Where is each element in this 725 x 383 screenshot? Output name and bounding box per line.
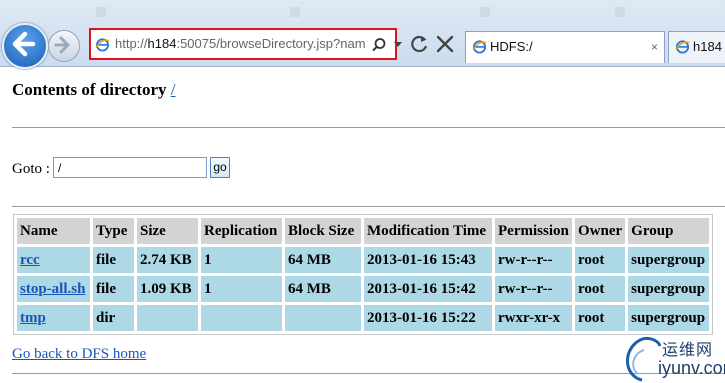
file-link[interactable]: stop-all.sh bbox=[20, 281, 85, 297]
size-cell: 1.09 KB bbox=[137, 276, 198, 302]
watermark-logo: 运维网 iyunv.com bbox=[618, 330, 725, 383]
divider bbox=[12, 206, 725, 207]
column-header: Name bbox=[17, 218, 90, 244]
tab-label: h184 I bbox=[693, 39, 725, 54]
tab-h184[interactable]: h184 I bbox=[668, 31, 725, 63]
size-cell bbox=[137, 305, 198, 331]
owner-cell: root bbox=[575, 276, 626, 302]
column-header: Size bbox=[137, 218, 198, 244]
column-header: Block Size bbox=[285, 218, 361, 244]
browser-chrome: http://h184:50075/browseDirectory.jsp?na… bbox=[0, 0, 725, 69]
type-cell: dir bbox=[93, 305, 134, 331]
permission-cell: rwxr-xr-x bbox=[495, 305, 572, 331]
replication-cell: 1 bbox=[201, 276, 282, 302]
permission-cell: rw-r--r-- bbox=[495, 276, 572, 302]
size-cell: 2.74 KB bbox=[137, 247, 198, 273]
watermark-domain: iyunv.com bbox=[658, 358, 725, 378]
group-cell: supergroup bbox=[628, 305, 710, 331]
ie-tab-icon bbox=[472, 40, 487, 54]
forward-button[interactable] bbox=[48, 30, 80, 62]
address-url[interactable]: http://h184:50075/browseDirectory.jsp?na… bbox=[115, 30, 365, 58]
column-header: Owner bbox=[575, 218, 626, 244]
owner-cell: root bbox=[575, 305, 626, 331]
page-title: Contents of directory / bbox=[12, 80, 176, 99]
ie-page-icon bbox=[95, 38, 110, 52]
tab-close-icon[interactable]: × bbox=[651, 32, 658, 62]
file-name-cell: rcc bbox=[17, 247, 90, 273]
file-name-cell: stop-all.sh bbox=[17, 276, 90, 302]
table-header-row: Name Type Size Replication Block Size Mo… bbox=[17, 218, 710, 244]
group-cell: supergroup bbox=[628, 247, 710, 273]
ghost-tab bbox=[96, 3, 110, 23]
address-dropdown-icon[interactable] bbox=[394, 42, 402, 47]
back-arrow-icon bbox=[12, 31, 36, 57]
root-directory-link[interactable]: / bbox=[171, 80, 176, 99]
block-size-cell bbox=[285, 305, 361, 331]
file-name-cell: tmp bbox=[17, 305, 90, 331]
modified-cell: 2013-01-16 15:42 bbox=[364, 276, 492, 302]
block-size-cell: 64 MB bbox=[285, 247, 361, 273]
stop-icon[interactable] bbox=[435, 34, 455, 54]
go-button[interactable]: go bbox=[210, 157, 230, 178]
ghost-tab bbox=[290, 3, 304, 23]
modified-cell: 2013-01-16 15:22 bbox=[364, 305, 492, 331]
table-row: stop-all.sh file 1.09 KB 1 64 MB 2013-01… bbox=[17, 276, 710, 302]
file-link[interactable]: rcc bbox=[20, 252, 40, 268]
goto-input[interactable] bbox=[53, 157, 207, 178]
tab-label: HDFS:/ bbox=[490, 39, 533, 54]
group-cell: supergroup bbox=[628, 276, 710, 302]
divider bbox=[12, 127, 725, 128]
type-cell: file bbox=[93, 276, 134, 302]
permission-cell: rw-r--r-- bbox=[495, 247, 572, 273]
goto-label: Goto : bbox=[12, 161, 50, 177]
watermark-text: 运维网 bbox=[662, 340, 714, 359]
search-icon[interactable] bbox=[371, 37, 387, 53]
tab-hdfs[interactable]: HDFS:/ × bbox=[465, 31, 665, 63]
table-row: rcc file 2.74 KB 1 64 MB 2013-01-16 15:4… bbox=[17, 247, 710, 273]
owner-cell: root bbox=[575, 247, 626, 273]
ghost-tab bbox=[480, 3, 494, 23]
replication-cell: 1 bbox=[201, 247, 282, 273]
table-row: tmp dir 2013-01-16 15:22 rwxr-xr-x root … bbox=[17, 305, 710, 331]
column-header: Type bbox=[93, 218, 134, 244]
file-link[interactable]: tmp bbox=[20, 310, 46, 326]
column-header: Modification Time bbox=[364, 218, 492, 244]
modified-cell: 2013-01-16 15:43 bbox=[364, 247, 492, 273]
ie-tab-icon bbox=[675, 40, 690, 54]
back-button[interactable] bbox=[2, 23, 48, 69]
column-header: Group bbox=[628, 218, 710, 244]
refresh-icon[interactable] bbox=[410, 34, 430, 54]
address-bar[interactable]: http://h184:50075/browseDirectory.jsp?na… bbox=[89, 28, 397, 60]
column-header: Permission bbox=[495, 218, 572, 244]
ghost-tab bbox=[615, 3, 629, 23]
block-size-cell: 64 MB bbox=[285, 276, 361, 302]
column-header: Replication bbox=[201, 218, 282, 244]
replication-cell bbox=[201, 305, 282, 331]
forward-arrow-icon bbox=[54, 36, 70, 54]
dfs-home-link[interactable]: Go back to DFS home bbox=[12, 346, 146, 363]
type-cell: file bbox=[93, 247, 134, 273]
directory-table: Name Type Size Replication Block Size Mo… bbox=[13, 214, 714, 335]
